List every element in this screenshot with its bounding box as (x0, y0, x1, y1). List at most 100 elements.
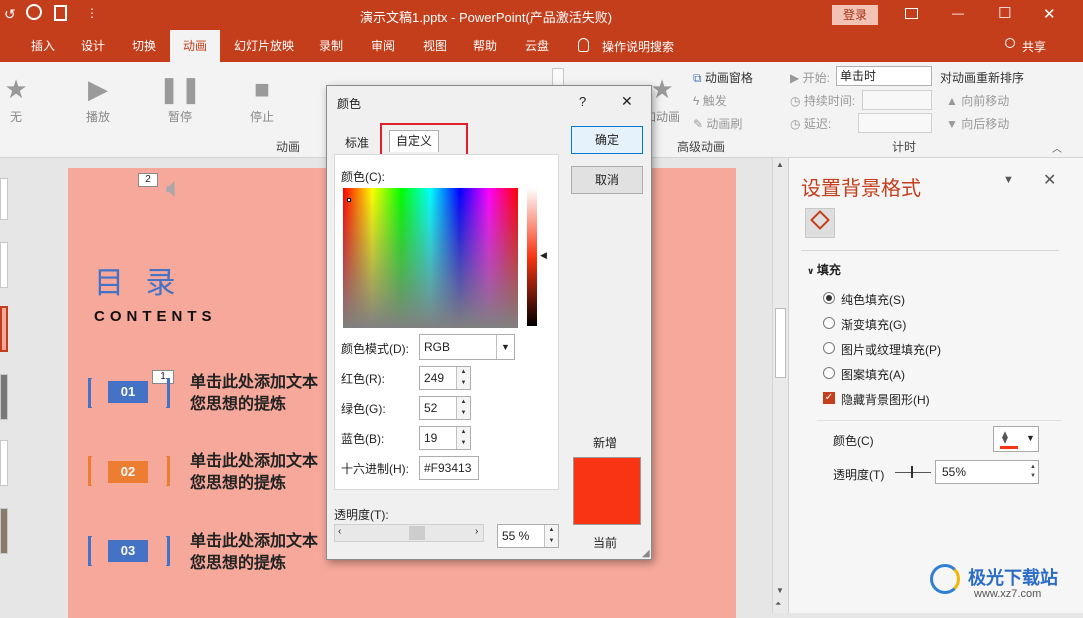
label-pattern-fill[interactable]: 图案填充(A) (841, 366, 905, 383)
radio-picture-fill[interactable] (823, 342, 835, 354)
dialog-transparency-input[interactable]: 55 % ▲ ▼ (497, 524, 559, 548)
model-dropdown-icon[interactable]: ▼ (496, 335, 514, 359)
resize-grip-icon[interactable]: ◢ (642, 548, 650, 559)
label-gradient-fill[interactable]: 渐变填充(G) (841, 316, 906, 333)
animation-painter-button[interactable]: ✎ 动画刷 (693, 115, 742, 132)
model-select[interactable]: RGB ▼ (419, 334, 515, 360)
item-text-2[interactable]: 单击此处添加文本 您思想的提炼 (190, 450, 318, 494)
start-select[interactable]: 单击时 (836, 66, 932, 86)
fill-category-button[interactable] (805, 208, 835, 238)
item-text-1[interactable]: 单击此处添加文本 您思想的提炼 (190, 371, 318, 415)
tab-review[interactable]: 审阅 (360, 30, 406, 62)
duration-input[interactable] (862, 90, 932, 110)
slider-thumb[interactable] (409, 526, 425, 540)
radio-pattern-fill[interactable] (823, 367, 835, 379)
collapse-ribbon-icon[interactable]: ︿ (1052, 140, 1062, 155)
transp-spin-arrows-icon[interactable]: ▲ ▼ (544, 525, 558, 547)
delay-input[interactable] (858, 113, 932, 133)
green-spinner[interactable]: 52 ▲ ▼ (419, 396, 471, 420)
hide-bg-checkbox[interactable]: ✓ (823, 392, 835, 404)
transparency-slider[interactable] (895, 472, 931, 473)
label-transparency: 透明度(T) (833, 468, 885, 482)
anim-pause-button[interactable]: ❚❚ 暂停 (150, 74, 210, 125)
tab-design[interactable]: 设计 (70, 30, 116, 62)
anim-play-button[interactable]: ▶ 播放 (68, 74, 128, 125)
print-preview-icon[interactable] (54, 5, 67, 21)
undo-icon[interactable]: ↺ (4, 6, 16, 23)
label-solid-fill[interactable]: 纯色填充(S) (841, 291, 905, 308)
spectrum-crosshair[interactable] (347, 198, 351, 202)
slide-thumb-2[interactable] (0, 242, 8, 288)
ok-button[interactable]: 确定 (571, 126, 643, 154)
ribbon-display-icon[interactable] (905, 8, 918, 19)
item-text-3[interactable]: 单击此处添加文本 您思想的提炼 (190, 530, 318, 574)
close-button[interactable]: ✕ (1043, 5, 1056, 23)
dialog-help-button[interactable]: ? (579, 94, 586, 109)
red-spinner[interactable]: 249 ▲ ▼ (419, 366, 471, 390)
fill-section-header[interactable]: ∨ 填充 (807, 261, 841, 278)
speaker-icon[interactable]: 🔈︎ (166, 172, 183, 205)
color-spectrum[interactable] (343, 188, 518, 328)
radio-gradient-fill[interactable] (823, 317, 835, 329)
tab-slideshow[interactable]: 幻灯片放映 (226, 30, 302, 62)
blue-spinner[interactable]: 19 ▲ ▼ (419, 426, 471, 450)
login-button[interactable]: 登录 (832, 5, 878, 25)
prev-slide-icon[interactable]: ⏶ (775, 599, 781, 609)
anim-none-button[interactable]: ★ 无 (0, 74, 46, 125)
maximize-button[interactable]: ☐ (998, 4, 1011, 22)
scroll-down-icon[interactable]: ▼ (776, 586, 784, 595)
move-later-button[interactable]: ▼ 向后移动 (946, 115, 1009, 132)
transparency-input[interactable]: 55% ▲ ▼ (935, 460, 1039, 484)
slide-thumb-6[interactable] (0, 508, 8, 554)
tab-help[interactable]: 帮助 (462, 30, 508, 62)
tab-insert[interactable]: 插入 (20, 30, 66, 62)
cancel-button[interactable]: 取消 (571, 166, 643, 194)
pane-options-icon[interactable]: ▼ (1003, 174, 1014, 186)
color-picker-button[interactable]: ⧫ ▼ (993, 426, 1039, 452)
search-tell-me[interactable]: 操作说明搜索 (602, 38, 674, 55)
pane-close-icon[interactable]: ✕ (1043, 170, 1056, 190)
tab-cloud[interactable]: 云盘 (514, 30, 560, 62)
slide-thumb-4[interactable] (0, 374, 8, 420)
radio-solid-fill[interactable] (823, 292, 835, 304)
scroll-up-icon[interactable]: ▲ (776, 160, 784, 169)
move-earlier-button[interactable]: ▲ 向前移动 (946, 92, 1009, 109)
tab-standard[interactable]: 标准 (345, 134, 369, 151)
tab-view[interactable]: 视图 (412, 30, 458, 62)
share-button[interactable]: 共享 (1022, 38, 1046, 55)
slide-thumb-5[interactable] (0, 440, 8, 486)
tab-file[interactable]: ㅤ (0, 30, 11, 62)
dialog-transparency-slider[interactable]: ‹ › (334, 524, 484, 542)
slide-subtitle[interactable]: CONTENTS (94, 308, 217, 325)
customize-qa-icon[interactable]: ⋮ (86, 6, 98, 20)
luminance-arrow-icon[interactable]: ◀ (540, 250, 547, 261)
slide-thumb-1[interactable] (0, 178, 8, 220)
red-spin-arrows-icon[interactable]: ▲ ▼ (456, 367, 470, 389)
label-hide-bg[interactable]: 隐藏背景图形(H) (841, 391, 930, 408)
slide-thumb-3[interactable] (0, 306, 8, 352)
dialog-close-button[interactable]: ✕ (621, 93, 633, 110)
luminance-bar[interactable] (527, 188, 537, 326)
spin-arrows-icon[interactable]: ▲ ▼ (1030, 463, 1036, 481)
anim-stop-button[interactable]: ■ 停止 (232, 74, 292, 125)
tab-animations[interactable]: 动画 (170, 30, 220, 62)
green-spin-arrows-icon[interactable]: ▲ ▼ (456, 397, 470, 419)
animation-pane-button[interactable]: ⧉ 动画窗格 (693, 69, 753, 86)
blue-spin-arrows-icon[interactable]: ▲ ▼ (456, 427, 470, 449)
item-number-3[interactable]: 03 (108, 540, 148, 562)
scroll-thumb[interactable] (775, 308, 786, 378)
present-from-start-icon[interactable] (26, 4, 42, 20)
minimize-button[interactable]: — (952, 6, 964, 20)
slide-scrollbar[interactable]: ▲ ▼ ⏶ (772, 158, 788, 613)
slide-title[interactable]: 目 录 (94, 258, 182, 302)
hex-input[interactable]: #F93413 (419, 456, 479, 480)
item-number-1[interactable]: 01 (108, 381, 148, 403)
transparency-slider-thumb[interactable] (911, 466, 913, 478)
slider-left-icon[interactable]: ‹ (338, 526, 341, 537)
item-number-2[interactable]: 02 (108, 461, 148, 483)
trigger-button[interactable]: ϟ 触发 (693, 92, 727, 109)
label-picture-fill[interactable]: 图片或纹理填充(P) (841, 341, 941, 358)
slider-right-icon[interactable]: › (475, 526, 478, 537)
tab-transitions[interactable]: 切换 (120, 30, 168, 62)
tab-record[interactable]: 录制 (308, 30, 354, 62)
